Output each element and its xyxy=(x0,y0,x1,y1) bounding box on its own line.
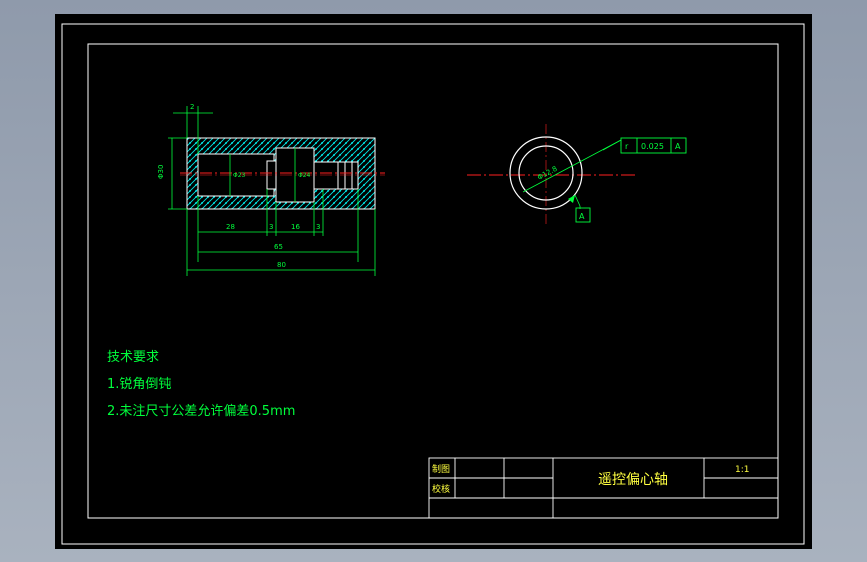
dim-overall: 80 xyxy=(277,261,286,269)
section-view: Φ23 Φ24 2 Φ30 28 3 16 3 65 80 xyxy=(157,103,385,276)
dim-overall-inner: 65 xyxy=(274,243,283,251)
notes-heading: 技术要求 xyxy=(107,350,160,365)
tolerance-datum: A xyxy=(675,142,681,151)
cavity-right xyxy=(313,161,359,190)
inner-frame xyxy=(87,43,779,519)
dim-inner-left: Φ23 xyxy=(233,172,246,179)
dim-inner-mid: Φ24 xyxy=(298,172,311,179)
tolerance-symbol: r xyxy=(625,142,629,151)
tolerance-value: 0.025 xyxy=(641,142,664,151)
side-view: Φ12.8 r 0.025 A A xyxy=(467,124,687,224)
dim-gap-a: 3 xyxy=(269,223,273,231)
scale-label: 1:1 xyxy=(735,465,749,475)
technical-notes: 技术要求 1.锐角倒钝 2.未注尺寸公差允许偏差0.5mm xyxy=(107,344,295,425)
drawn-label: 制图 xyxy=(432,463,450,475)
drawing-name: 遥控偏心轴 xyxy=(598,472,668,488)
dim-seg-left: 28 xyxy=(226,223,235,231)
drawing-canvas: Φ23 Φ24 2 Φ30 28 3 16 3 65 80 Φ12.8 r 0.… xyxy=(61,23,805,545)
drawing-sheet: Φ23 Φ24 2 Φ30 28 3 16 3 65 80 Φ12.8 r 0.… xyxy=(55,14,812,549)
dim-top-small: 2 xyxy=(190,103,194,111)
dim-height: Φ30 xyxy=(157,165,165,179)
title-block xyxy=(428,457,779,519)
note-item-1: 1.锐角倒钝 xyxy=(107,377,172,392)
dim-gap-b: 3 xyxy=(316,223,320,231)
datum-flag-letter: A xyxy=(579,212,585,221)
datum-triangle xyxy=(568,195,575,203)
dim-seg-mid: 16 xyxy=(291,223,300,231)
checked-label: 校核 xyxy=(432,483,450,495)
note-item-2: 2.未注尺寸公差允许偏差0.5mm xyxy=(107,404,296,419)
